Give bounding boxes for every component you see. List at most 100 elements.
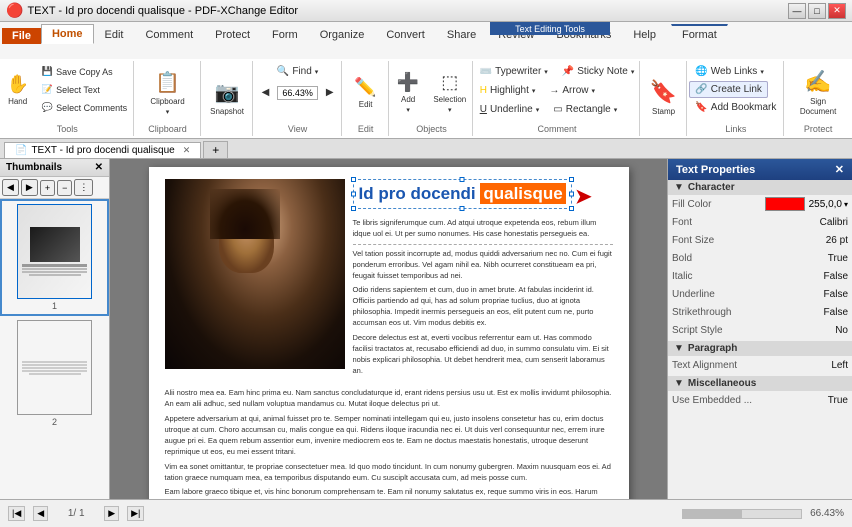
find-button[interactable]: 🔍 Find ▾ (271, 63, 324, 80)
hand-tool-button[interactable]: ✋ Hand (1, 64, 33, 116)
tab-form[interactable]: Form (261, 25, 309, 44)
font-size-value: 26 pt (760, 235, 848, 246)
tab-edit[interactable]: Edit (94, 25, 135, 44)
last-page-button[interactable]: ▶| (127, 506, 144, 521)
properties-close-button[interactable]: ✕ (835, 163, 844, 176)
tab-file[interactable]: File (2, 28, 41, 44)
character-section-header[interactable]: ▼ Character (668, 180, 852, 195)
highlight-button[interactable]: H Highlight ▾ (474, 82, 542, 99)
handle-ml[interactable] (351, 192, 356, 197)
doc-tab-active[interactable]: 📄 TEXT - Id pro docendi qualisque ✕ (4, 142, 201, 158)
doc-tab-close-button[interactable]: ✕ (183, 145, 191, 156)
web-links-button[interactable]: 🌐 Web Links ▾ (689, 63, 769, 80)
arrow-icon: → (549, 85, 559, 96)
misc-collapse-icon: ▼ (674, 378, 684, 389)
thumbnails-close-button[interactable]: ✕ (95, 162, 103, 173)
next-page-button[interactable]: ▶ (104, 506, 119, 521)
thumbnail-page-2[interactable]: 2 (0, 316, 109, 431)
thumb-options[interactable]: ⋮ (74, 179, 93, 196)
font-label: Font (672, 217, 760, 228)
doc-title-text: Id pro docendi qualisque (356, 182, 569, 206)
zoom-input[interactable]: 66.43% (277, 86, 318, 100)
thumb-nav-right[interactable]: ▶ (21, 179, 38, 196)
objects-content: ➕ Add ▾ ⬚ Selection ▾ (392, 63, 471, 122)
tab-convert[interactable]: Convert (375, 25, 436, 44)
tab-organize[interactable]: Organize (309, 25, 376, 44)
doc-paragraph-2: Vel tation possit incorrupte ad, modus q… (353, 249, 613, 282)
misc-section-header[interactable]: ▼ Miscellaneous (668, 376, 852, 391)
bold-row: Bold True (668, 249, 852, 267)
arrow-button[interactable]: → Arrow ▾ (543, 82, 601, 99)
maximize-button[interactable]: □ (808, 3, 826, 19)
zoom-in-button[interactable]: ▶ (320, 84, 340, 101)
zoom-slider[interactable] (682, 509, 802, 519)
character-collapse-icon: ▼ (674, 182, 684, 193)
underline-button[interactable]: U Underline ▾ (474, 101, 546, 118)
snapshot-button[interactable]: 📷 Snapshot (205, 70, 249, 126)
clipboard-content: 📋 Clipboard ▾ (145, 63, 189, 122)
fill-color-swatch[interactable] (765, 197, 805, 211)
use-embedded-label: Use Embedded ... (672, 395, 760, 406)
thumbnail-page-1[interactable]: 1 (0, 199, 109, 316)
selection-button[interactable]: ⬚ Selection ▾ (428, 65, 471, 121)
ribbon-group-tools: ✋ Hand 💾 Save Copy As 📝 Select Text 💬 Se… (2, 61, 134, 136)
add-button[interactable]: ➕ Add ▾ (392, 65, 424, 121)
doc-title-container[interactable]: Id pro docendi qualisque (353, 179, 572, 209)
document-page: Id pro docendi qualisque (149, 167, 629, 499)
sign-document-button[interactable]: ✍️ Sign Document (790, 65, 846, 121)
rectangle-icon: ▭ (553, 104, 562, 115)
thumb-zoom-out[interactable]: − (57, 180, 72, 196)
fill-color-dropdown-button[interactable]: ▾ (844, 200, 848, 209)
handle-bl[interactable] (351, 206, 356, 211)
select-text-button[interactable]: 📝 Select Text (36, 81, 133, 98)
comment-label: Comment (538, 122, 577, 134)
fill-color-value: 255,0,0 (809, 199, 842, 210)
ribbon-tabs: File Home Edit Comment Protect Form Orga… (0, 22, 852, 44)
minimize-button[interactable]: — (788, 3, 806, 19)
stamp-button[interactable]: 🔖 Stamp (645, 70, 682, 126)
add-bookmark-button[interactable]: 🔖 Add Bookmark (689, 99, 782, 116)
status-bar: |◀ ◀ 1/ 1 ▶ ▶| 66.43% (0, 499, 852, 527)
thumb-nav-left[interactable]: ◀ (2, 179, 19, 196)
handle-br[interactable] (569, 206, 574, 211)
doc-full-text-4: Eam labore graeco tibique et, vis hinc b… (165, 487, 613, 499)
handle-tm[interactable] (460, 177, 465, 182)
handle-tr[interactable] (569, 177, 574, 182)
tools-label: Tools (57, 122, 78, 134)
zoom-out-button[interactable]: ◀ (256, 84, 276, 101)
thumb-zoom-in[interactable]: + (40, 180, 55, 196)
tab-home[interactable]: Home (41, 24, 94, 44)
create-link-button[interactable]: 🔗 Create Link (689, 81, 768, 98)
tab-comment[interactable]: Comment (134, 25, 204, 44)
edit-button[interactable]: ✏️ Edit (349, 65, 381, 121)
sticky-note-button[interactable]: 📌 Sticky Note ▾ (556, 63, 641, 80)
new-tab-button[interactable]: + (203, 141, 228, 158)
add-icon: ➕ (397, 72, 419, 93)
typewriter-button[interactable]: ⌨️ Typewriter ▾ (474, 63, 554, 80)
fill-color-row: Fill Color 255,0,0 ▾ (668, 195, 852, 213)
tools-content: ✋ Hand 💾 Save Copy As 📝 Select Text 💬 Se… (1, 63, 133, 122)
tab-protect[interactable]: Protect (204, 25, 261, 44)
first-page-button[interactable]: |◀ (8, 506, 25, 521)
clipboard-label: Clipboard (148, 122, 187, 134)
ribbon-group-stamp: 🔖 Stamp (642, 61, 687, 136)
save-copy-as-button[interactable]: 💾 Save Copy As (36, 63, 133, 80)
close-button[interactable]: ✕ (828, 3, 846, 19)
tab-share[interactable]: Share (436, 25, 487, 44)
prev-page-button[interactable]: ◀ (33, 506, 48, 521)
handle-tl[interactable] (351, 177, 356, 182)
handle-bm[interactable] (460, 206, 465, 211)
tab-help[interactable]: Help (622, 25, 667, 44)
edit-icon: ✏️ (354, 77, 376, 98)
select-comments-button[interactable]: 💬 Select Comments (36, 99, 133, 116)
stamp-content: 🔖 Stamp (645, 63, 682, 132)
rectangle-button[interactable]: ▭ Rectangle ▾ (547, 101, 623, 118)
clipboard-button[interactable]: 📋 Clipboard ▾ (145, 65, 189, 121)
handle-mr[interactable] (569, 192, 574, 197)
ribbon-group-snapshot: 📷 Snapshot (203, 61, 253, 136)
doc-image-content (165, 179, 345, 369)
paragraph-section-header[interactable]: ▼ Paragraph (668, 341, 852, 356)
font-size-label: Font Size (672, 235, 760, 246)
tab-format[interactable]: Format (671, 24, 728, 44)
doc-full-text-3: Vim ea sonet omittantur, te propriae con… (165, 462, 613, 484)
